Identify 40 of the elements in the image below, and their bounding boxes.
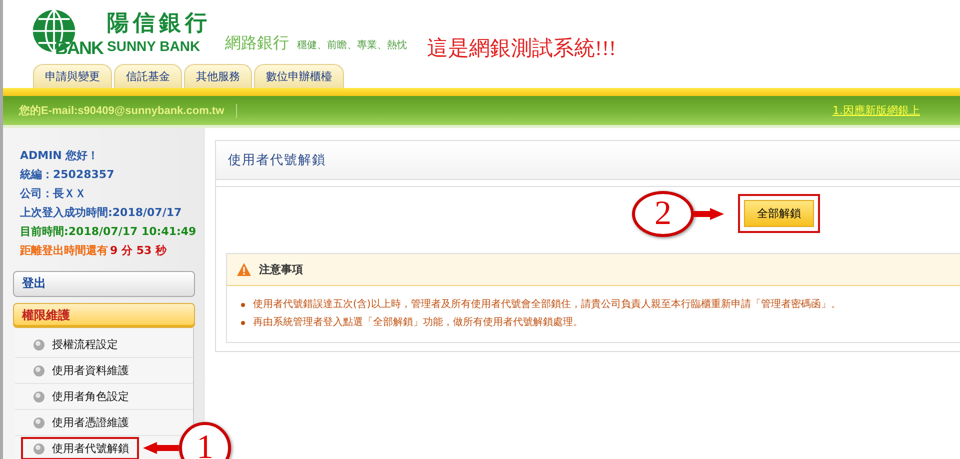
bank-name-english: SUNNY BANK [107, 38, 202, 54]
current-time-text: 目前時間:2018/07/17 10:41:49 [20, 224, 198, 239]
menu-item[interactable]: 使用者資料維護 [21, 359, 139, 382]
bullet-icon [33, 442, 45, 454]
step-number: 2 [632, 191, 694, 237]
nav-tab[interactable]: 數位申辦櫃檯 [254, 64, 344, 88]
menu-item[interactable]: 授權流程設定 [21, 333, 128, 356]
bullet-icon [33, 390, 45, 402]
nav-tab[interactable]: 其他服務 [184, 64, 252, 88]
test-system-notice: 這是網銀測試系統!!! [427, 35, 616, 62]
menu-item[interactable]: 使用者代號解鎖 [21, 437, 139, 459]
logout-button[interactable]: 登出 [13, 271, 195, 296]
last-login-text: 上次登入成功時間:2018/07/17 [20, 205, 183, 220]
arrow-icon [694, 208, 724, 220]
bank-name: 陽信銀行 [107, 9, 211, 38]
arrow-icon [143, 442, 179, 454]
notice-text: 再由系統管理者登入點選「全部解鎖」功能，做所有使用者代號解鎖處理。 [253, 316, 583, 330]
notice-title: 注意事項 [259, 262, 303, 277]
notice-text: 使用者代號錯誤達五次(含)以上時，管理者及所有使用者代號會全部鎖住，請貴公司負責人親至本行臨櫃重新申請「管理者密碼函」。 [253, 298, 841, 312]
step-number: 1 [179, 422, 231, 459]
tax-id-text: 統編：25028357 [20, 167, 116, 182]
timeout-value: 9 分 53 秒 [110, 243, 166, 258]
company-text: 公司：長ＸＸ [20, 186, 87, 201]
bullet-icon [241, 303, 245, 307]
nav-tab[interactable]: 申請與變更 [33, 64, 112, 88]
menu-section[interactable]: 權限維護 [13, 302, 195, 328]
menu-item[interactable]: 使用者憑證維護 [21, 411, 139, 434]
warning-icon [237, 263, 251, 276]
email-text: 您的E-mail:s90409@sunnybank.com.tw [19, 104, 224, 118]
bullet-icon [33, 364, 45, 376]
timeout-label: 距離登出時間還有 [20, 243, 108, 258]
slogan: 穩健、前瞻、專業、熱忱 [297, 38, 407, 52]
bullet-icon [241, 321, 245, 325]
bullet-icon [33, 416, 45, 428]
bullet-icon [33, 338, 45, 350]
nav-tab[interactable]: 信託基金 [114, 64, 182, 88]
greeting-text: ADMIN 您好！ [20, 148, 100, 163]
product-title: 網路銀行 [225, 33, 289, 54]
unlock-all-button[interactable]: 全部解鎖 [744, 200, 814, 226]
menu-item[interactable]: 使用者角色設定 [21, 385, 139, 408]
